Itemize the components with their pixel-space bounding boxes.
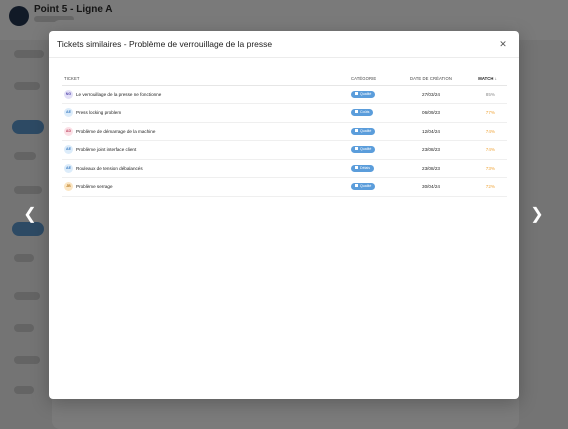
category-icon bbox=[355, 165, 358, 169]
modal-title: Tickets similaires - Problème de verroui… bbox=[57, 39, 273, 49]
category-badge: Coûts bbox=[351, 109, 374, 117]
category-badge: Qualité bbox=[351, 146, 376, 154]
ticket-cell[interactable]: AE Rouleaux de tension débalancés bbox=[62, 159, 351, 178]
match-value: 74% bbox=[485, 147, 495, 153]
match-cell: 85% bbox=[465, 85, 507, 104]
table-header-row: TICKET CATÉGORIE DATE DE CRÉATION MATCH … bbox=[62, 72, 507, 86]
match-cell: 72% bbox=[465, 177, 507, 197]
avatar: AD bbox=[64, 126, 73, 136]
match-cell: 74% bbox=[465, 140, 507, 160]
match-value: 74% bbox=[485, 128, 495, 134]
category-label: Qualité bbox=[360, 91, 372, 96]
category-cell: Coûts bbox=[351, 103, 397, 123]
match-cell: 73% bbox=[465, 159, 507, 178]
header-ticket[interactable]: TICKET bbox=[62, 72, 351, 86]
match-cell: 77% bbox=[465, 103, 507, 123]
table-row[interactable]: AE Problème joint interface client Qualité… bbox=[62, 140, 507, 160]
avatar: NG bbox=[64, 89, 73, 99]
match-value: 72% bbox=[485, 184, 495, 190]
ticket-title[interactable]: Press locking problem bbox=[76, 110, 121, 115]
ticket-title[interactable]: Rouleaux de tension débalancés bbox=[76, 166, 143, 171]
ticket-title[interactable]: Problème joint interface client bbox=[76, 147, 136, 152]
match-cell: 74% bbox=[465, 122, 507, 141]
category-label: Qualité bbox=[360, 128, 372, 133]
date-cell: 06/09/23 bbox=[397, 103, 465, 123]
chevron-right-icon[interactable]: ❯ bbox=[529, 206, 545, 224]
date-cell: 23/08/23 bbox=[397, 159, 465, 178]
header-match[interactable]: MATCH ↓ bbox=[465, 72, 507, 86]
match-value: 77% bbox=[485, 110, 495, 116]
ticket-cell[interactable]: JB Problème serrage bbox=[62, 177, 351, 197]
avatar: AE bbox=[64, 145, 73, 155]
similar-tickets-table: TICKET CATÉGORIE DATE DE CRÉATION MATCH … bbox=[62, 72, 507, 197]
category-cell: Qualité bbox=[351, 177, 397, 197]
category-cell: Délais bbox=[351, 159, 397, 178]
match-value: 73% bbox=[485, 165, 495, 171]
category-label: Qualité bbox=[360, 184, 372, 189]
table-row[interactable]: AE Press locking problem Coûts 06/09/23 77% bbox=[62, 103, 507, 123]
table-row[interactable]: AE Rouleaux de tension débalancés Délais 23… bbox=[62, 159, 507, 178]
category-badge: Délais bbox=[351, 164, 374, 172]
ticket-cell[interactable]: AE Press locking problem bbox=[62, 103, 351, 123]
category-icon bbox=[355, 147, 358, 151]
category-label: Qualité bbox=[360, 147, 372, 152]
modal-divider bbox=[49, 57, 519, 58]
similar-tickets-modal: Tickets similaires - Problème de verroui… bbox=[49, 31, 519, 399]
date-cell: 27/03/24 bbox=[397, 85, 465, 104]
category-icon bbox=[355, 184, 358, 188]
category-cell: Qualité bbox=[351, 140, 397, 160]
category-badge: Qualité bbox=[351, 90, 376, 98]
ticket-cell[interactable]: AE Problème joint interface client bbox=[62, 140, 351, 160]
avatar: JB bbox=[64, 182, 73, 192]
category-cell: Qualité bbox=[351, 85, 397, 104]
date-cell: 12/04/24 bbox=[397, 122, 465, 141]
category-label: Délais bbox=[360, 165, 370, 170]
match-value: 85% bbox=[485, 91, 495, 97]
category-icon bbox=[355, 91, 358, 95]
ticket-title[interactable]: Problème serrage bbox=[76, 184, 113, 189]
chevron-left-icon[interactable]: ❮ bbox=[22, 206, 38, 224]
category-icon bbox=[355, 110, 358, 114]
date-cell: 23/08/23 bbox=[397, 140, 465, 160]
category-label: Coûts bbox=[360, 110, 370, 115]
close-icon[interactable]: ✕ bbox=[497, 38, 509, 50]
table-row[interactable]: AD Problème de démarrage de la machine Qua… bbox=[62, 122, 507, 141]
header-date[interactable]: DATE DE CRÉATION bbox=[397, 72, 465, 86]
avatar: AE bbox=[64, 108, 73, 118]
category-badge: Qualité bbox=[351, 183, 376, 191]
date-cell: 30/04/24 bbox=[397, 177, 465, 197]
ticket-title[interactable]: Le verrouillage de la presse ne fonction… bbox=[76, 92, 161, 97]
ticket-cell[interactable]: NG Le verrouillage de la presse ne foncti… bbox=[62, 85, 351, 104]
category-badge: Qualité bbox=[351, 127, 376, 135]
ticket-cell[interactable]: AD Problème de démarrage de la machine bbox=[62, 122, 351, 141]
table-row[interactable]: NG Le verrouillage de la presse ne foncti… bbox=[62, 85, 507, 104]
category-cell: Qualité bbox=[351, 122, 397, 141]
category-icon bbox=[355, 128, 358, 132]
header-category[interactable]: CATÉGORIE bbox=[351, 72, 397, 86]
avatar: AE bbox=[64, 163, 73, 173]
ticket-title[interactable]: Problème de démarrage de la machine bbox=[76, 129, 155, 134]
table-row[interactable]: JB Problème serrage Qualité 30/04/24 72% bbox=[62, 177, 507, 197]
